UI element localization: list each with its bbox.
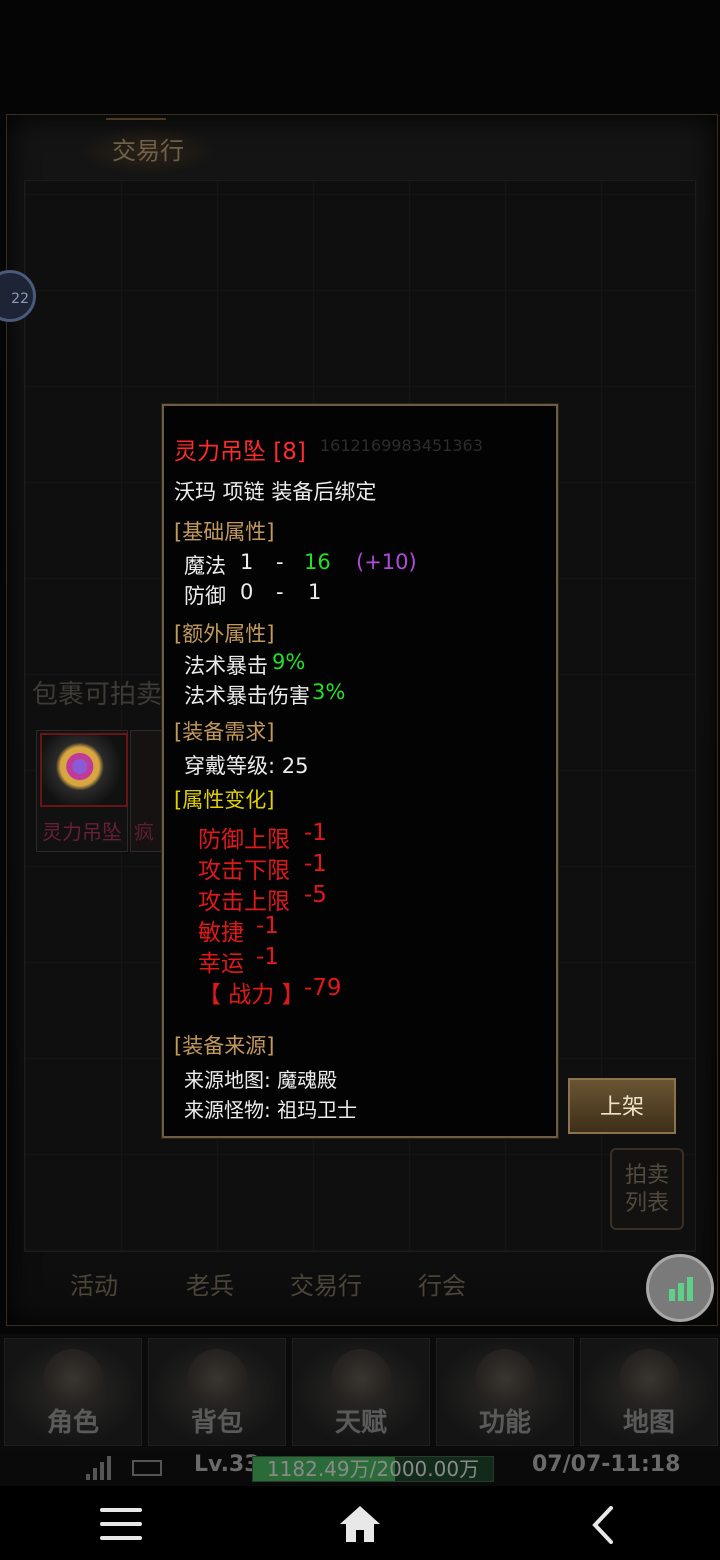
base-attr-dash: - [276, 580, 284, 604]
player-level: Lv.33 [194, 1452, 260, 1477]
change-name: 攻击上限 [198, 889, 290, 915]
base-attr-name: 防御 [184, 584, 226, 608]
base-attr-max: 1 [308, 580, 322, 604]
extra-attr-name: 法术暴击伤害 [184, 684, 310, 708]
panel-title: 交易行 [78, 126, 218, 176]
battery-icon [132, 1460, 162, 1476]
base-attr-name: 魔法 [184, 554, 226, 578]
tab-trade[interactable]: 交易行 [290, 1266, 362, 1301]
sub-tabs: 活动 老兵 交易行 行会 [24, 1252, 624, 1312]
menu-icon[interactable] [100, 1508, 142, 1542]
auction-list-button[interactable]: 拍卖 列表 [610, 1148, 684, 1230]
change-name: 幸运 [198, 951, 244, 977]
bag-slot-2-name: 疯 [134, 820, 154, 844]
potion-bag-icon [187, 1349, 247, 1409]
change-value: -79 [304, 975, 342, 1001]
dragon-emblem-icon [331, 1349, 391, 1409]
section-base: [基础属性] [174, 520, 275, 544]
base-attr-max: 16 [304, 550, 331, 574]
item-id: 1612169983451363 [320, 436, 483, 455]
change-value: -1 [256, 944, 279, 970]
auction-list-label-2: 列表 [624, 1191, 669, 1216]
map-compass-icon [619, 1349, 679, 1409]
bag-slot-1-name: 灵力吊坠 [42, 820, 122, 844]
signal-icon [86, 1456, 112, 1480]
exp-bar: 1182.49万/2000.00万 [252, 1456, 494, 1482]
auction-list-label-1: 拍卖 [624, 1163, 669, 1188]
nav-map-label: 地图 [622, 1408, 675, 1438]
base-attr-min: 0 [240, 580, 254, 604]
item-tooltip: 灵力吊坠 [8] 1612169983451363 沃玛 项链 装备后绑定 [基… [162, 404, 558, 1138]
nav-character[interactable]: 角色 [4, 1338, 142, 1446]
item-name: 灵力吊坠 [8] [174, 439, 306, 465]
section-source: [装备来源] [174, 1034, 275, 1058]
game-nav: 角色 背包 天赋 功能 地图 [0, 1334, 720, 1450]
change-name: 【 战力 】 [198, 982, 305, 1008]
stats-icon [669, 1277, 697, 1301]
list-item-button[interactable]: 上架 [568, 1078, 676, 1134]
nav-character-label: 角色 [46, 1408, 99, 1438]
change-value: -5 [304, 882, 327, 908]
change-name: 攻击下限 [198, 858, 290, 884]
change-value: -1 [256, 913, 279, 939]
exp-text: 1182.49万/2000.00万 [266, 1457, 480, 1481]
change-value: -1 [304, 820, 327, 846]
extra-attr-value: 9% [272, 650, 306, 674]
back-icon[interactable] [592, 1506, 614, 1544]
title-ornament [106, 104, 166, 120]
requirement-level: 穿戴等级: 25 [184, 754, 309, 778]
base-attr-min: 1 [240, 550, 254, 574]
tab-activity[interactable]: 活动 [70, 1266, 118, 1301]
source-map: 来源地图: 魔魂殿 [184, 1068, 338, 1092]
tab-guild[interactable]: 行会 [418, 1266, 466, 1301]
nav-talent[interactable]: 天赋 [292, 1338, 430, 1446]
nav-bag-label: 背包 [190, 1408, 243, 1438]
extra-attr-name: 法术暴击 [184, 654, 268, 678]
base-attr-bonus: (+10) [356, 550, 417, 574]
source-monster: 来源怪物: 祖玛卫士 [184, 1098, 358, 1122]
anvil-icon [475, 1349, 535, 1409]
base-attr-dash: - [276, 550, 284, 574]
change-name: 敏捷 [198, 920, 244, 946]
section-requirement: [装备需求] [174, 720, 275, 744]
item-info: 沃玛 项链 装备后绑定 [174, 480, 377, 504]
home-icon[interactable] [338, 1502, 382, 1546]
nav-function-label: 功能 [478, 1408, 531, 1438]
nav-bag[interactable]: 背包 [148, 1338, 286, 1446]
section-extra: [额外属性] [174, 622, 275, 646]
hooded-figure-icon [43, 1349, 103, 1409]
nav-talent-label: 天赋 [334, 1408, 387, 1438]
nav-function[interactable]: 功能 [436, 1338, 574, 1446]
bag-label: 包裹可拍卖 [32, 680, 163, 710]
pendant-icon [40, 733, 128, 807]
extra-attr-value: 3% [312, 680, 346, 704]
stats-float-button[interactable] [646, 1254, 714, 1322]
tab-veteran[interactable]: 老兵 [186, 1266, 234, 1301]
section-change: [属性变化] [174, 788, 275, 812]
change-value: -1 [304, 851, 327, 877]
nav-map[interactable]: 地图 [580, 1338, 718, 1446]
change-name: 防御上限 [198, 827, 290, 853]
game-clock: 07/07-11:18 [532, 1452, 681, 1477]
